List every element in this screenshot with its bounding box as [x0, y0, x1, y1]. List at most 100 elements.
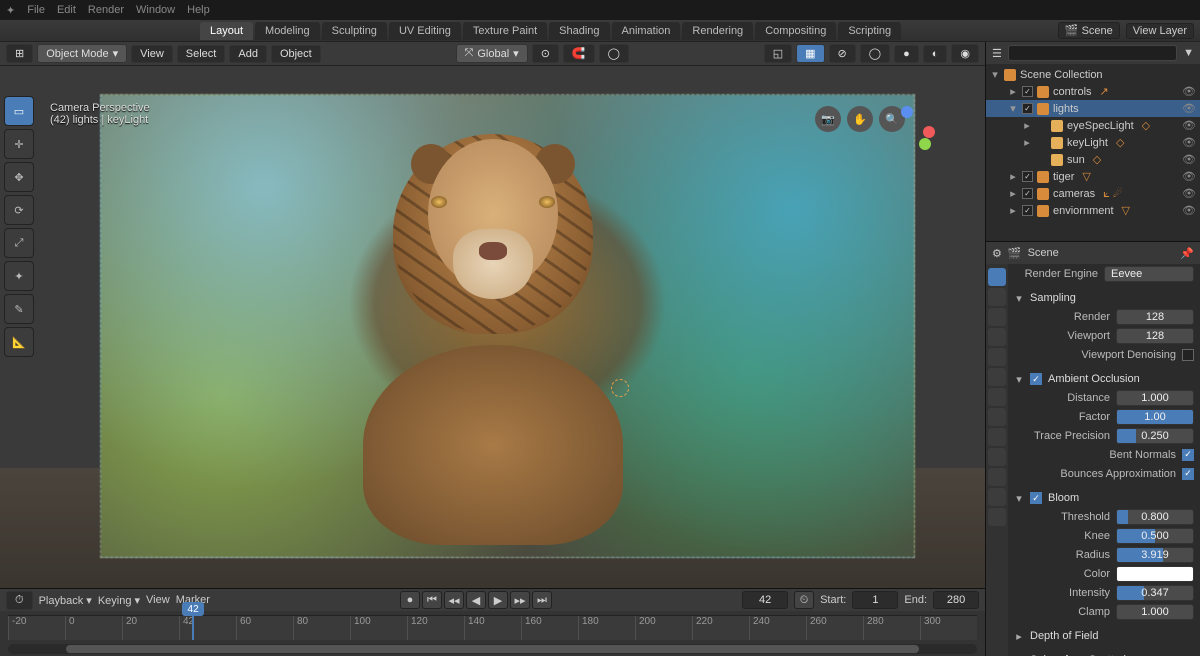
axis-gizmo[interactable]	[881, 106, 935, 160]
outliner-row[interactable]: ▸enviornment▽👁	[986, 202, 1200, 219]
render-engine-select[interactable]: Eevee	[1104, 266, 1194, 282]
bloom-clamp-field[interactable]: 1.000	[1116, 604, 1194, 620]
editor-type-icon[interactable]: ⊞	[6, 44, 33, 63]
viewport-3d[interactable]: Camera Perspective (42) lights | keyLigh…	[0, 66, 985, 588]
prev-key-icon[interactable]: ◂◂	[444, 591, 464, 609]
gizmo-toggle-icon[interactable]: ◱	[764, 44, 792, 63]
overlays-icon[interactable]: ▦	[796, 44, 824, 63]
start-frame-field[interactable]: 1	[852, 591, 898, 609]
select-menu[interactable]: Select	[177, 45, 226, 63]
axis-y[interactable]	[919, 138, 931, 150]
ptab-physics[interactable]	[988, 428, 1006, 446]
viewlayer-selector[interactable]: View Layer	[1126, 23, 1194, 39]
nav-camera-icon[interactable]: 📷	[815, 106, 841, 132]
clock-icon[interactable]: ⏲	[794, 591, 814, 609]
outliner-icon[interactable]: ☰	[992, 47, 1002, 60]
tab-layout[interactable]: Layout	[200, 22, 253, 40]
timeline-scrollbar[interactable]	[8, 644, 977, 654]
object-menu[interactable]: Object	[271, 45, 321, 63]
tab-compositing[interactable]: Compositing	[755, 22, 836, 40]
current-frame-field[interactable]: 42	[742, 591, 788, 609]
sampling-render-field[interactable]: 128	[1116, 309, 1194, 325]
play-icon[interactable]: ▶	[488, 591, 508, 609]
nav-pan-icon[interactable]: ✋	[847, 106, 873, 132]
tab-shading[interactable]: Shading	[549, 22, 609, 40]
sampling-viewport-field[interactable]: 128	[1116, 328, 1194, 344]
bloom-intensity-field[interactable]: 0.347	[1116, 585, 1194, 601]
ptab-scene[interactable]	[988, 328, 1006, 346]
section-dof[interactable]: ▸Depth of Field	[1014, 627, 1194, 645]
shading-solid-icon[interactable]: ●	[894, 45, 919, 63]
orientation-selector[interactable]: ⤧ Global ▾	[456, 44, 528, 63]
bloom-checkbox[interactable]	[1030, 492, 1042, 504]
jump-start-icon[interactable]: ⏮	[422, 591, 442, 609]
play-rev-icon[interactable]: ◀	[466, 591, 486, 609]
playhead[interactable]: 42	[192, 614, 194, 640]
ao-distance-field[interactable]: 1.000	[1116, 390, 1194, 406]
filter-icon[interactable]: ▼	[1183, 47, 1194, 59]
shading-rendered-icon[interactable]: ◉	[951, 44, 979, 63]
axis-z[interactable]	[901, 106, 913, 118]
snap-icon[interactable]: 🧲	[563, 44, 595, 63]
tab-rendering[interactable]: Rendering	[682, 22, 753, 40]
timeline-editor-icon[interactable]: ⏱	[6, 591, 33, 610]
section-sampling[interactable]: ▾Sampling	[1014, 289, 1194, 307]
ptab-material[interactable]	[988, 488, 1006, 506]
outliner-row[interactable]: ▾lights👁	[986, 100, 1200, 117]
tool-cursor[interactable]: ✛	[4, 129, 34, 159]
xray-icon[interactable]: ⊘	[829, 44, 856, 63]
menu-render[interactable]: Render	[88, 4, 124, 16]
denoise-checkbox[interactable]	[1182, 349, 1194, 361]
tool-measure[interactable]: 📐	[4, 327, 34, 357]
outliner-row[interactable]: ▸keyLight◇👁	[986, 134, 1200, 151]
ptab-data[interactable]	[988, 468, 1006, 486]
tab-uv[interactable]: UV Editing	[389, 22, 461, 40]
mode-selector[interactable]: Object Mode ▾	[37, 44, 127, 63]
ptab-constraint[interactable]	[988, 448, 1006, 466]
axis-x[interactable]	[923, 126, 935, 138]
ao-bent-checkbox[interactable]	[1182, 449, 1194, 461]
tool-annotate[interactable]: ✎	[4, 294, 34, 324]
tool-rotate[interactable]: ⟳	[4, 195, 34, 225]
ptab-modifier[interactable]	[988, 388, 1006, 406]
tab-texture[interactable]: Texture Paint	[463, 22, 547, 40]
outliner-row[interactable]: ▸cameras⟀ ☄👁	[986, 185, 1200, 202]
outliner-row[interactable]: ▸tiger▽👁	[986, 168, 1200, 185]
autokey-icon[interactable]: ●	[400, 591, 420, 609]
tool-move[interactable]: ✥	[4, 162, 34, 192]
tool-scale[interactable]: ⤢	[4, 228, 34, 258]
timeline-keying-menu[interactable]: Keying ▾	[98, 594, 140, 607]
menu-edit[interactable]: Edit	[57, 4, 76, 16]
ptab-object[interactable]	[988, 368, 1006, 386]
ptab-output[interactable]	[988, 288, 1006, 306]
tab-scripting[interactable]: Scripting	[838, 22, 901, 40]
view-menu[interactable]: View	[131, 45, 173, 63]
menu-file[interactable]: File	[27, 4, 45, 16]
tool-select-box[interactable]: ▭	[4, 96, 34, 126]
menu-help[interactable]: Help	[187, 4, 210, 16]
menu-window[interactable]: Window	[136, 4, 175, 16]
section-bloom[interactable]: ▾Bloom	[1014, 489, 1194, 507]
shading-wire-icon[interactable]: ◯	[860, 44, 890, 63]
outliner-row[interactable]: ▸eyeSpecLight◇👁	[986, 117, 1200, 134]
timeline-playback-menu[interactable]: Playback ▾	[39, 594, 92, 607]
timeline-track[interactable]: -200204260801001201401601802002202402602…	[8, 615, 977, 640]
outliner-row[interactable]: sun◇👁	[986, 151, 1200, 168]
ao-factor-field[interactable]: 1.00	[1116, 409, 1194, 425]
bloom-color-field[interactable]	[1116, 566, 1194, 582]
bloom-knee-field[interactable]: 0.500	[1116, 528, 1194, 544]
ptab-world[interactable]	[988, 348, 1006, 366]
ao-checkbox[interactable]	[1030, 373, 1042, 385]
section-ao[interactable]: ▾Ambient Occlusion	[1014, 370, 1194, 388]
outliner-search[interactable]	[1008, 45, 1177, 61]
ao-trace-field[interactable]: 0.250	[1116, 428, 1194, 444]
ao-bounce-checkbox[interactable]	[1182, 468, 1194, 480]
add-menu[interactable]: Add	[229, 45, 267, 63]
ptab-viewlayer[interactable]	[988, 308, 1006, 326]
section-sss[interactable]: ▸Subsurface Scattering	[1014, 651, 1194, 656]
tab-modeling[interactable]: Modeling	[255, 22, 320, 40]
timeline-view-menu[interactable]: View	[146, 594, 170, 606]
pin-icon[interactable]: 📌	[1180, 247, 1194, 260]
bloom-radius-field[interactable]: 3.919	[1116, 547, 1194, 563]
properties-icon[interactable]: ⚙	[992, 247, 1002, 260]
